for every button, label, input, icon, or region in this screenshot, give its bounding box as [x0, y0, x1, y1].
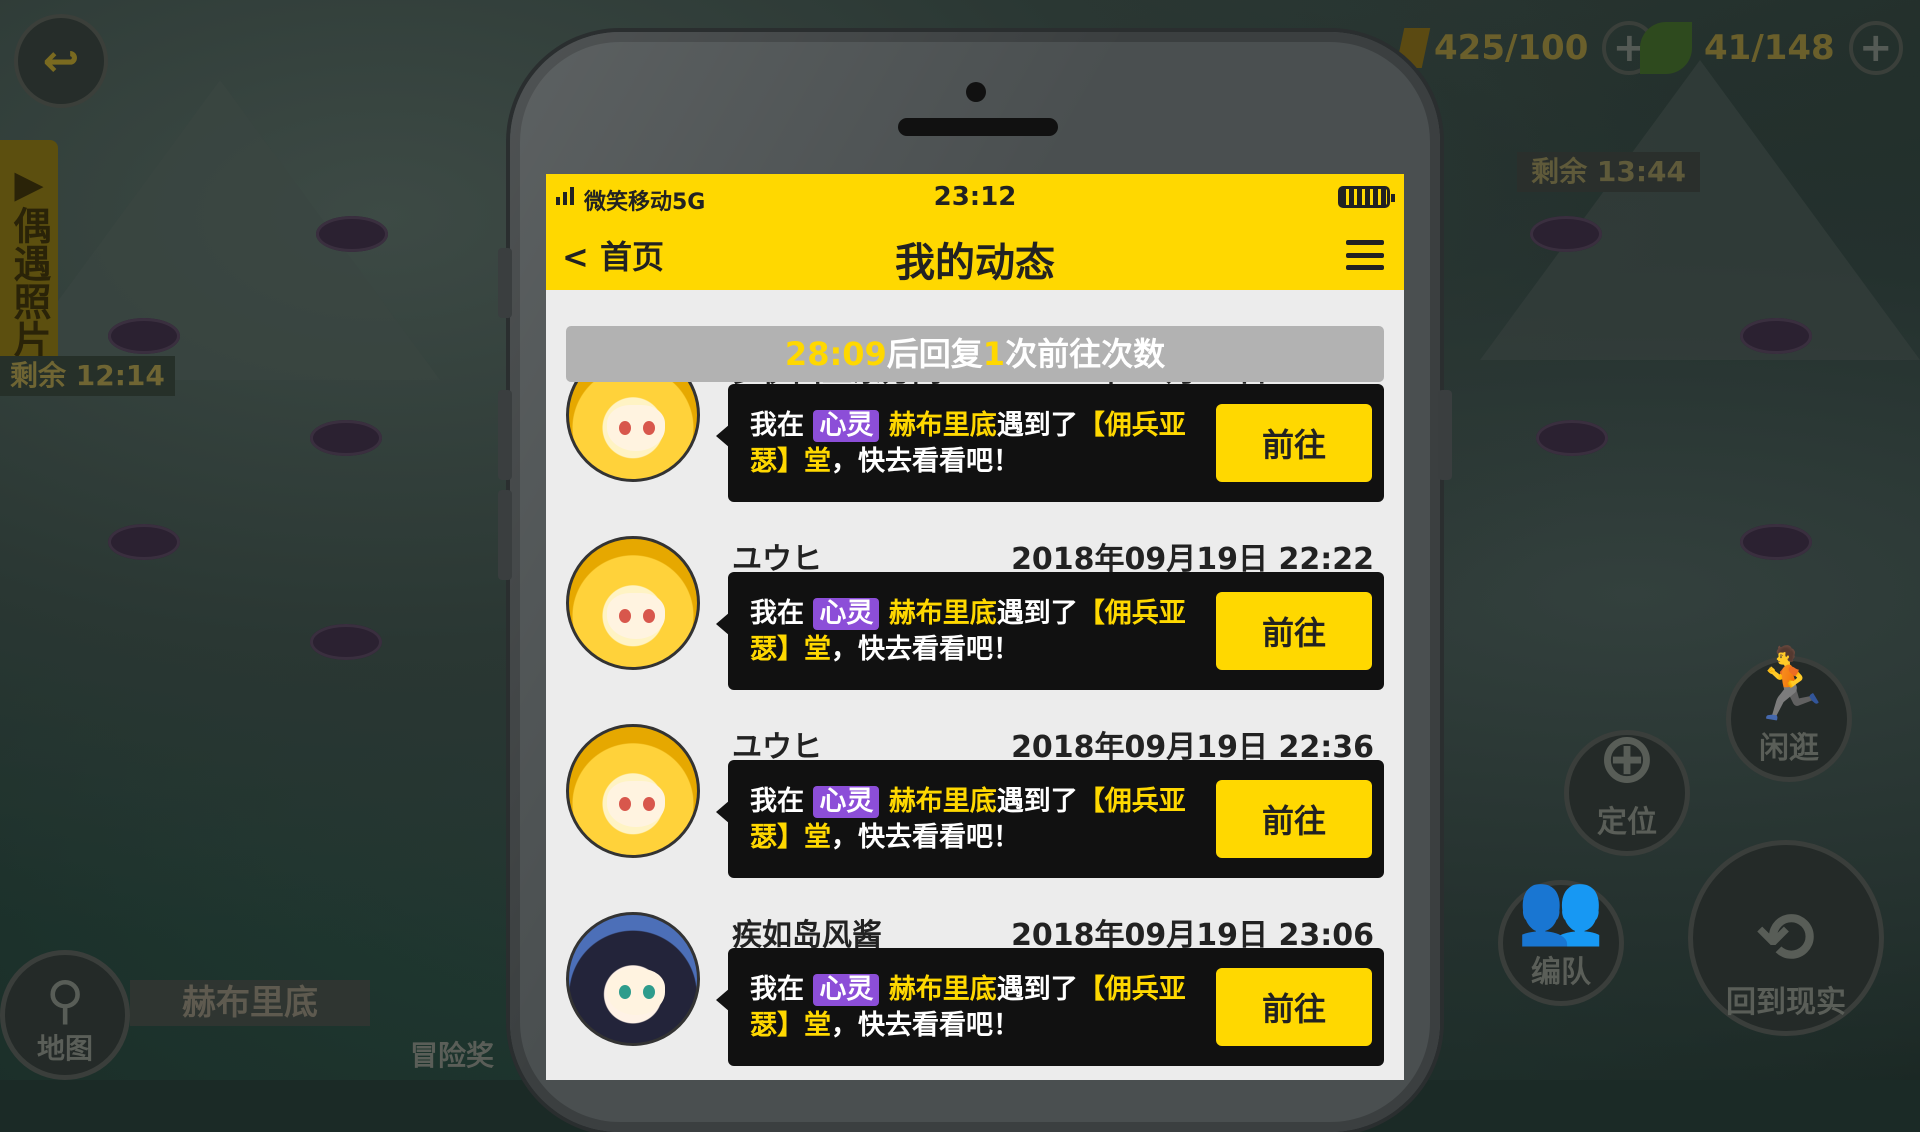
wander-label: 闲逛	[1759, 731, 1819, 766]
phone-return-icon: ⟲	[1756, 897, 1816, 979]
encounter-photos-tab[interactable]: ▶偶遇照片	[0, 140, 58, 370]
heart-tag: 心灵	[813, 598, 880, 630]
phone-side-key	[498, 490, 512, 580]
hamburger-menu-icon[interactable]	[1346, 240, 1384, 270]
avatar	[566, 382, 700, 482]
wander-button[interactable]: 🏃 闲逛	[1726, 649, 1852, 782]
map-node[interactable]	[316, 216, 388, 252]
locate-label: 定位	[1597, 805, 1657, 840]
activity-feed[interactable]: 罗伊西亚东方阁 2018年09月19日 22:21 我在 心灵 赫布里底遇到了【…	[546, 382, 1404, 1080]
avatar	[566, 536, 700, 670]
feed-item: 疾如岛风酱 2018年09月19日 23:06 我在 心灵 赫布里底遇到了【佣兵…	[566, 912, 1384, 1080]
back-arrow-icon: ↩	[42, 35, 80, 87]
current-location-label: 赫布里底	[130, 980, 370, 1026]
recovery-text-b: 次前往次数	[1005, 335, 1166, 373]
phone-speaker	[898, 118, 1058, 136]
resource-counter-1: 425/100 +	[1395, 21, 1657, 75]
nav-bar: < 首页 我的动态	[546, 220, 1404, 290]
team-label: 编队	[1531, 955, 1591, 990]
add-resource-2-button[interactable]: +	[1848, 21, 1903, 75]
locate-button[interactable]: ⊕ 定位	[1564, 723, 1690, 856]
map-node[interactable]	[1740, 318, 1812, 354]
recovery-count: 1	[982, 335, 1006, 373]
recovery-countdown: 28:09	[784, 335, 887, 373]
side-timer: 剩余 12:14	[0, 356, 175, 396]
go-button[interactable]: 前往	[1216, 592, 1372, 670]
phone-camera	[966, 82, 986, 102]
map-node[interactable]	[310, 624, 382, 660]
page-title: 我的动态	[895, 240, 1055, 286]
adventure-reward-label[interactable]: 冒险奖	[410, 1034, 494, 1074]
map-node[interactable]	[310, 420, 382, 456]
map-node[interactable]	[1740, 524, 1812, 560]
feed-item: ユウヒ 2018年09月19日 22:36 我在 心灵 赫布里底遇到了【佣兵亚瑟…	[566, 724, 1384, 904]
crosshair-icon: ⊕	[1597, 717, 1657, 799]
map-node[interactable]	[1536, 420, 1608, 456]
team-icon: 👥	[1517, 867, 1605, 949]
go-button[interactable]: 前往	[1216, 780, 1372, 858]
phone-side-key	[1438, 390, 1452, 480]
map-node[interactable]	[108, 318, 180, 354]
battery-icon	[1338, 186, 1395, 208]
right-timer: 剩余 13:44	[1517, 152, 1700, 192]
message-bubble: 我在 心灵 赫布里底遇到了【佣兵亚瑟】堂，快去看看吧！ 前往	[716, 384, 1384, 502]
status-bar: 微笑移动5G 23:12	[546, 174, 1404, 220]
team-button[interactable]: 👥 编队	[1498, 873, 1624, 1006]
avatar	[566, 912, 700, 1046]
return-label: 回到现实	[1726, 985, 1846, 1020]
back-button[interactable]: ↩	[14, 14, 108, 108]
message-text: 我在 心灵 赫布里底遇到了【佣兵亚瑟】堂，快去看看吧！	[750, 786, 1186, 853]
heart-tag: 心灵	[813, 786, 880, 818]
message-text: 我在 心灵 赫布里底遇到了【佣兵亚瑟】堂，快去看看吧！	[750, 410, 1186, 477]
feed-item: 罗伊西亚东方阁 2018年09月19日 22:21 我在 心灵 赫布里底遇到了【…	[566, 382, 1384, 528]
status-time: 23:12	[933, 182, 1017, 212]
resource-1-value: 425/100	[1434, 28, 1589, 68]
resource-2-value: 41/148	[1704, 28, 1835, 68]
message-text: 我在 心灵 赫布里底遇到了【佣兵亚瑟】堂，快去看看吧！	[750, 598, 1186, 665]
map-label: 地图	[36, 1032, 93, 1065]
map-node[interactable]	[1530, 216, 1602, 252]
message-text: 我在 心灵 赫布里底遇到了【佣兵亚瑟】堂，快去看看吧！	[750, 974, 1186, 1041]
phone-screen: 微笑移动5G 23:12 < 首页 我的动态 28:09后回复1次前往次数 罗伊…	[546, 174, 1404, 1080]
phone-side-key	[498, 248, 512, 318]
recovery-banner: 28:09后回复1次前往次数	[566, 326, 1384, 382]
go-button[interactable]: 前往	[1216, 404, 1372, 482]
map-node[interactable]	[108, 524, 180, 560]
avatar	[566, 724, 700, 858]
heart-tag: 心灵	[813, 974, 880, 1006]
go-button[interactable]: 前往	[1216, 968, 1372, 1046]
message-bubble: 我在 心灵 赫布里底遇到了【佣兵亚瑟】堂，快去看看吧！ 前往	[716, 760, 1384, 878]
phone-side-key	[498, 390, 512, 480]
feed-item: ユウヒ 2018年09月19日 22:22 我在 心灵 赫布里底遇到了【佣兵亚瑟…	[566, 536, 1384, 716]
resource-counter-2: 41/148 +	[1640, 21, 1903, 75]
return-to-reality-button[interactable]: ⟲ 回到现实	[1688, 840, 1884, 1036]
location-pin-icon: ⚲	[45, 971, 85, 1031]
running-person-icon: 🏃	[1745, 643, 1833, 725]
mountain-decoration	[1480, 60, 1920, 360]
map-button[interactable]: ⚲ 地图	[0, 950, 130, 1080]
message-bubble: 我在 心灵 赫布里底遇到了【佣兵亚瑟】堂，快去看看吧！ 前往	[716, 572, 1384, 690]
recovery-text-a: 后回复	[886, 335, 983, 373]
leaf-icon	[1640, 22, 1692, 74]
heart-tag: 心灵	[813, 410, 880, 442]
message-bubble: 我在 心灵 赫布里底遇到了【佣兵亚瑟】堂，快去看看吧！ 前往	[716, 948, 1384, 1066]
